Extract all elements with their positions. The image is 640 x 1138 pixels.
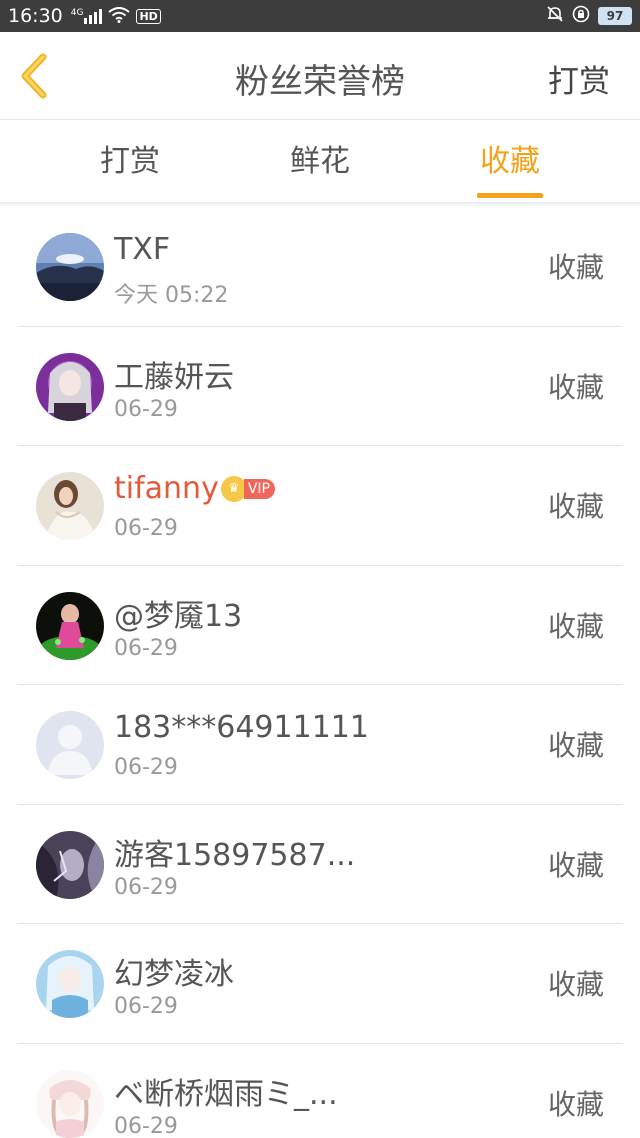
header-bar: 粉丝荣誉榜 打赏 xyxy=(0,32,640,120)
fan-date: 06-29 xyxy=(114,516,178,541)
fan-name: ベ断桥烟雨ミ_... xyxy=(114,1076,338,1112)
fan-name: 183***64911111 xyxy=(114,710,369,745)
fan-action-label: 收藏 xyxy=(547,609,604,643)
fan-action-label: 收藏 xyxy=(547,1087,604,1121)
landscape-avatar[interactable] xyxy=(36,233,104,301)
fan-list: TXF 今天 05:22 收藏 工藤妍云 06-29 收藏 tifanny ♛ … xyxy=(18,207,622,1138)
fan-name-group: tifanny ♛ VIP xyxy=(114,471,275,506)
anime-blue-avatar[interactable] xyxy=(36,950,104,1018)
status-time: 16:30 xyxy=(8,5,63,27)
tab-bar: 打赏 鲜花 收藏 xyxy=(0,121,640,203)
vip-label: VIP xyxy=(243,478,275,499)
fan-name: 工藤妍云 xyxy=(114,359,234,395)
fan-name: tifanny xyxy=(114,471,219,506)
fan-action-label: 收藏 xyxy=(547,490,604,523)
mute-bell-icon xyxy=(546,5,564,27)
fan-name: 幻梦凌冰 xyxy=(114,957,234,992)
list-item[interactable]: 幻梦凌冰 06-29 收藏 xyxy=(18,924,622,1044)
signal-icon: 4G xyxy=(71,8,103,24)
battery-icon: 97 xyxy=(598,7,632,25)
fan-date: 06-29 xyxy=(114,635,178,661)
anime-girl-purple-avatar[interactable] xyxy=(36,352,104,421)
fan-name: 游客15897587... xyxy=(114,837,356,873)
list-item[interactable]: 183***64911111 06-29 收藏 xyxy=(18,685,622,805)
fan-date: 今天 05:22 xyxy=(114,283,229,308)
anime-pink-avatar[interactable] xyxy=(36,1069,104,1138)
network-type: 4G xyxy=(70,8,84,18)
fan-name: @梦魇13 xyxy=(114,598,243,634)
list-item[interactable]: TXF 今天 05:22 收藏 xyxy=(18,207,622,327)
hd-icon: HD xyxy=(136,8,161,24)
active-tab-indicator xyxy=(477,193,543,198)
list-item[interactable]: ベ断桥烟雨ミ_... 06-29 收藏 xyxy=(18,1044,622,1138)
status-bar: 16:30 4G HD 97 xyxy=(0,0,640,32)
anime-green-avatar[interactable] xyxy=(36,591,104,660)
list-item[interactable]: tifanny ♛ VIP 06-29 收藏 xyxy=(18,446,622,566)
default-user-avatar[interactable] xyxy=(36,711,104,779)
dark-art-avatar[interactable] xyxy=(36,830,104,899)
tab-flowers[interactable]: 鲜花 xyxy=(270,121,370,203)
photo-girl-avatar[interactable] xyxy=(36,472,104,540)
rotation-lock-icon xyxy=(572,5,590,27)
list-item[interactable]: 游客15897587... 06-29 收藏 xyxy=(18,805,622,924)
fan-action-label: 收藏 xyxy=(547,968,604,1001)
wifi-icon xyxy=(108,6,131,26)
fan-date: 06-29 xyxy=(114,755,178,780)
fan-name: TXF xyxy=(114,232,171,267)
fan-date: 06-29 xyxy=(114,874,178,900)
fan-action-label: 收藏 xyxy=(547,729,604,762)
list-item[interactable]: @梦魇13 06-29 收藏 xyxy=(18,566,622,685)
vip-badge: ♛ VIP xyxy=(220,475,275,502)
fan-action-label: 收藏 xyxy=(547,848,604,882)
reward-button[interactable]: 打赏 xyxy=(548,32,610,120)
tab-reward[interactable]: 打赏 xyxy=(80,121,180,203)
back-button[interactable] xyxy=(12,53,56,99)
page-title: 粉丝荣誉榜 xyxy=(235,62,405,102)
crown-icon: ♛ xyxy=(220,475,247,502)
tab-favorites[interactable]: 收藏 xyxy=(460,121,560,203)
fan-action-label: 收藏 xyxy=(547,251,604,284)
fan-date: 06-29 xyxy=(114,994,178,1019)
fan-date: 06-29 xyxy=(114,1113,178,1138)
fan-action-label: 收藏 xyxy=(547,370,604,404)
list-item[interactable]: 工藤妍云 06-29 收藏 xyxy=(18,327,622,446)
fan-date: 06-29 xyxy=(114,396,178,422)
chevron-left-icon xyxy=(21,53,47,99)
